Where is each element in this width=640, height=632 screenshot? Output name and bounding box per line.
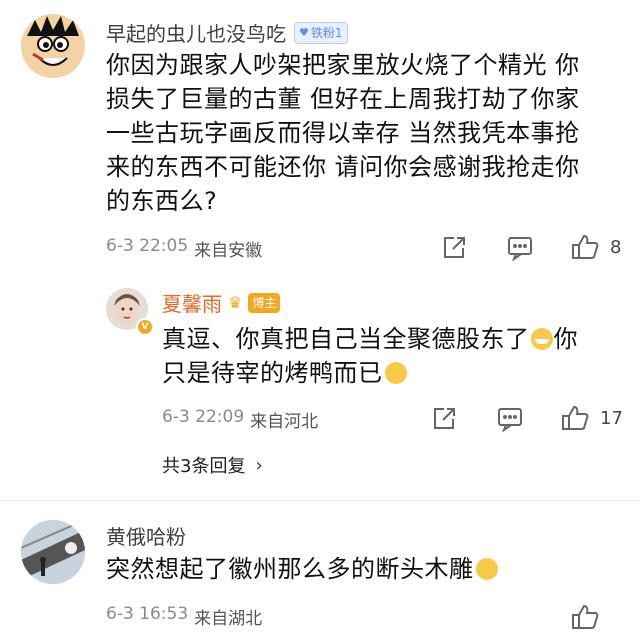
like-icon[interactable] <box>560 403 590 433</box>
laughing-emoji-icon <box>475 558 498 580</box>
verified-icon: V <box>136 318 154 336</box>
comment-line: 的东西么? <box>106 187 218 215</box>
comment-location: 来自湖北 <box>194 609 263 629</box>
divider <box>0 500 640 501</box>
fan-badge-label: 铁粉1 <box>310 26 343 40</box>
owner-badge: 博主 <box>248 292 281 313</box>
crown-icon: ♛ <box>228 293 243 312</box>
share-icon[interactable] <box>440 234 468 262</box>
owner-badge-label: 博主 <box>252 296 277 310</box>
comment-time: 6-3 22:05 <box>106 236 189 256</box>
comment-line: 你因为跟家人吵架把家里放火烧了个精光 你 <box>106 51 580 79</box>
reply-line-end: 你 <box>553 325 578 353</box>
thinking-emoji-icon <box>384 362 407 384</box>
heart-icon: ♥ <box>299 26 309 39</box>
comment-icon[interactable] <box>506 235 534 261</box>
comment-line: 来的东西不可能还你 请问你会感谢我抢走你 <box>106 153 580 181</box>
reply-time: 6-3 22:09 <box>162 407 245 427</box>
fan-badge: ♥ 铁粉1 <box>294 21 348 44</box>
reply-location: 来自河北 <box>250 412 319 432</box>
comment-location: 来自安徽 <box>194 241 263 261</box>
like-count: 8 <box>610 236 622 258</box>
username[interactable]: 早起的虫儿也没鸟吃 <box>106 18 286 47</box>
like-count: 17 <box>600 407 623 429</box>
like-icon[interactable] <box>570 232 600 262</box>
comment-text: 突然想起了徽州那么多的断头木雕 <box>106 552 626 586</box>
reply-line: 只是待宰的烤鸭而已 <box>162 359 383 387</box>
avatar-image <box>21 14 85 78</box>
comment-time: 6-3 16:53 <box>106 604 189 624</box>
like-icon[interactable] <box>570 602 600 632</box>
comment-line: 突然想起了徽州那么多的断头木雕 <box>106 555 474 583</box>
username[interactable]: 夏馨雨 <box>162 288 222 317</box>
comment-line: 一些古玩字画反而得以幸存 当然我凭本事抢 <box>106 119 580 147</box>
more-replies-link[interactable]: 共3条回复 › <box>162 452 263 478</box>
comment-line: 损失了巨量的古董 但好在上周我打劫了你家 <box>106 85 580 113</box>
reply-text: 真逗、你真把自己当全聚德股东了你 只是待宰的烤鸭而已 <box>162 322 622 390</box>
avatar-image <box>21 520 85 584</box>
comment-icon[interactable] <box>496 406 524 432</box>
avatar[interactable] <box>21 520 85 584</box>
share-icon[interactable] <box>430 405 458 433</box>
reply-line: 真逗、你真把自己当全聚德股东了 <box>162 325 530 353</box>
chevron-right-icon: › <box>255 454 263 476</box>
grin-emoji-icon <box>530 328 553 350</box>
username[interactable]: 黄俄哈粉 <box>106 525 186 549</box>
avatar[interactable] <box>21 14 85 78</box>
comment-text: 你因为跟家人吵架把家里放火烧了个精光 你 损失了巨量的古董 但好在上周我打劫了你… <box>106 48 626 218</box>
more-replies-label: 共3条回复 <box>162 456 246 477</box>
